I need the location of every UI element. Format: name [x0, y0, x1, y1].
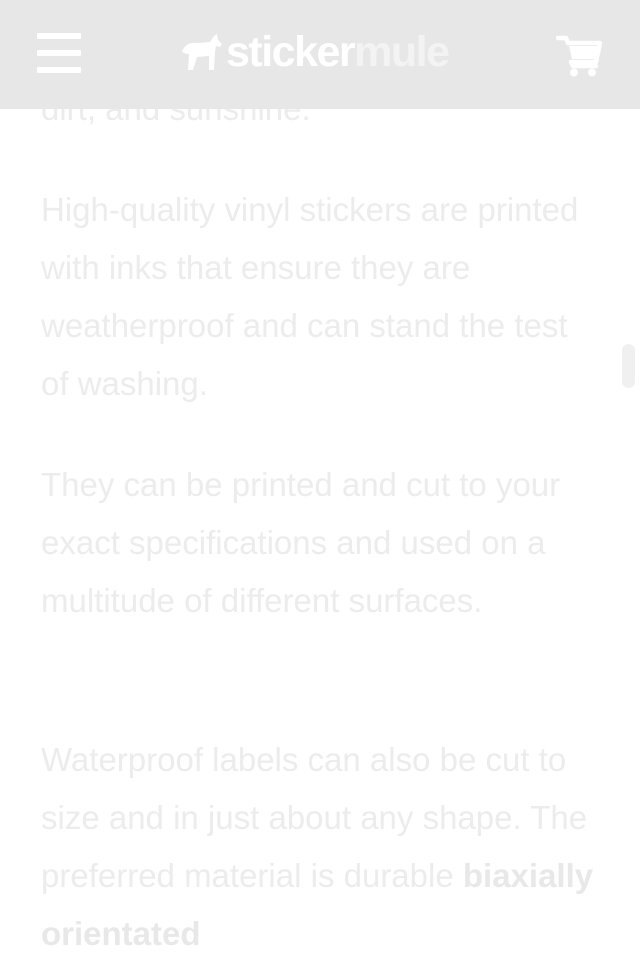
paragraph-vinyl-stickers: High-quality vinyl stickers are printed … [41, 191, 579, 402]
site-header: stickermule [0, 0, 640, 109]
logo-text-mule: mule [354, 28, 450, 76]
paragraph-printed-and-cut: They can be printed and cut to your exac… [41, 466, 561, 619]
page: dirt, and sunshine. High-quality vinyl s… [0, 0, 640, 959]
scrollbar-thumb[interactable] [622, 344, 635, 388]
logo-wordmark: stickermule [226, 26, 450, 78]
paragraph-waterproof-labels: Waterproof labels can also be cut to siz… [41, 731, 601, 959]
sticker-mule-logo[interactable]: stickermule [180, 26, 450, 78]
mule-logo-icon [182, 34, 222, 70]
hamburger-menu-icon[interactable] [37, 33, 81, 73]
shopping-cart-icon[interactable] [556, 34, 604, 78]
logo-text-sticker: sticker [226, 28, 356, 76]
